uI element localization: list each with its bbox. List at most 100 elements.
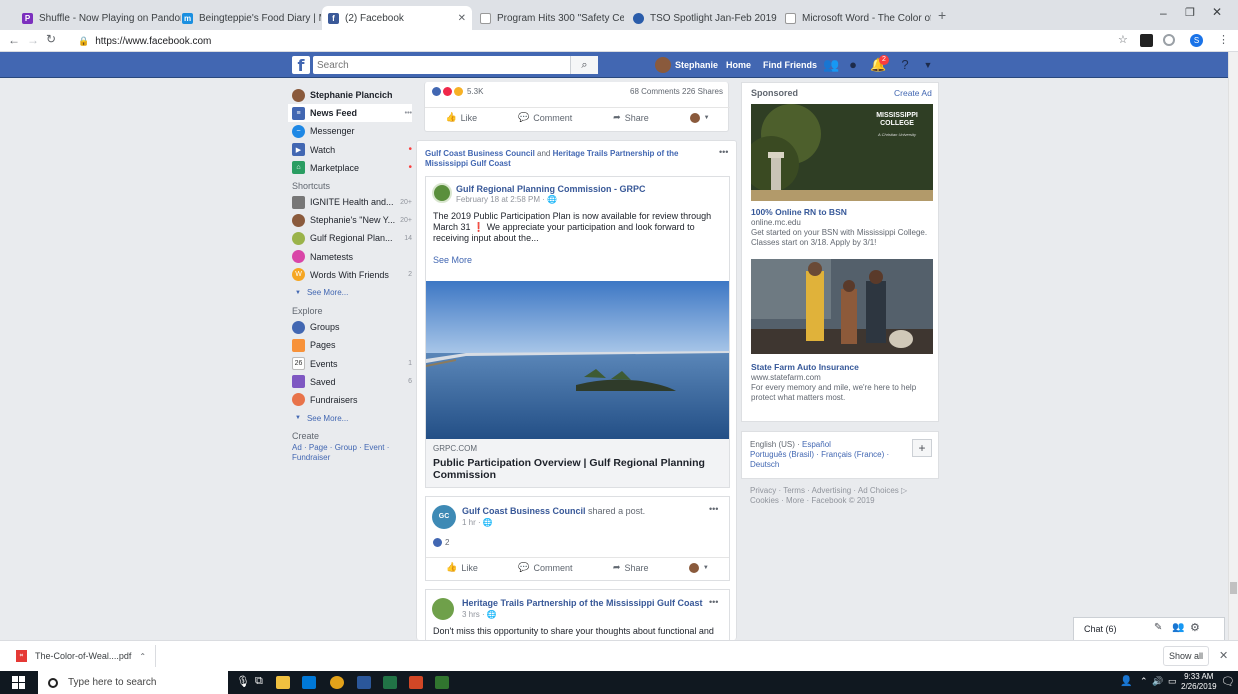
more-options-icon[interactable]: ••• [709, 597, 718, 607]
gear-icon[interactable]: ⚙ [1190, 621, 1200, 634]
chevron-up-icon[interactable]: ⌃ [139, 652, 146, 661]
friend-requests-icon[interactable]: 👥 [823, 57, 839, 73]
tab-tso-spotlight[interactable]: TSO Spotlight Jan-Feb 2019 ✕ [627, 6, 777, 30]
search-input[interactable] [313, 56, 598, 74]
post-time[interactable]: 3 hrs · [462, 610, 487, 619]
tab-facebook[interactable]: f (2) Facebook ✕ [322, 6, 472, 30]
group-chat-icon[interactable]: 👥 [1172, 622, 1184, 633]
project-icon[interactable] [435, 676, 449, 689]
forward-icon[interactable]: → [27, 33, 39, 47]
show-all-button[interactable]: Show all [1163, 646, 1209, 666]
help-icon[interactable]: ? [897, 57, 913, 73]
sidebar-item-groups[interactable]: Groups [292, 318, 412, 336]
create-ad-link[interactable]: Create Ad [894, 88, 932, 98]
system-clock[interactable]: 9:33 AM 2/26/2019 [1181, 672, 1217, 692]
taskbar-search-box[interactable]: Type here to search [38, 671, 228, 694]
more-options-icon[interactable]: ••• [709, 504, 718, 514]
ad-title[interactable]: 100% Online RN to BSN [751, 207, 847, 217]
ad-title[interactable]: State Farm Auto Insurance [751, 362, 859, 372]
people-icon[interactable]: 👤 [1120, 676, 1132, 687]
close-icon[interactable]: ✕ [452, 13, 466, 24]
sidebar-item-events[interactable]: 26 Events 1 [292, 354, 412, 372]
see-more-link[interactable]: See More [433, 255, 472, 265]
like-button[interactable]: 👍 Like [446, 562, 478, 573]
find-friends-link[interactable]: Find Friends [763, 60, 817, 70]
post-as-selector[interactable]: ▼ [689, 112, 710, 123]
task-view-icon[interactable]: ⧉ [255, 675, 263, 688]
menu-kebab-icon[interactable]: ⋮ [1218, 33, 1229, 46]
search-icon[interactable]: ⌕ [570, 56, 598, 74]
language-link[interactable]: Português (Brasil) · Français (France) · [750, 450, 889, 459]
tab-program-hits[interactable]: Program Hits 300 "Safety Certifie ✕ [474, 6, 624, 30]
sidebar-item-messenger[interactable]: ~ Messenger [292, 122, 412, 140]
facebook-logo-icon[interactable]: f [292, 56, 310, 75]
comment-share-counts[interactable]: 68 Comments 226 Shares [630, 87, 723, 96]
page-scrollbar[interactable] [1228, 52, 1238, 640]
file-explorer-icon[interactable] [276, 676, 290, 689]
sidebar-item-fundraisers[interactable]: Fundraisers [292, 391, 412, 409]
outlook-icon[interactable] [302, 676, 316, 689]
word-icon[interactable] [357, 676, 371, 689]
comment-button[interactable]: 💬 Comment [518, 112, 572, 123]
profile-avatar-icon[interactable]: S [1190, 34, 1203, 47]
more-options-icon[interactable]: ••• [719, 147, 728, 157]
post-as-selector[interactable]: ▼ [688, 562, 709, 573]
download-item[interactable]: ⌗ The-Color-of-Weal....pdf ⌃ [6, 645, 156, 667]
profile-link[interactable]: Stephanie [675, 60, 718, 70]
ad-image[interactable] [751, 259, 933, 354]
star-icon[interactable]: ☆ [1118, 33, 1128, 46]
sidebar-item-saved[interactable]: Saved 6 [292, 373, 412, 391]
sidebar-item-gulf-regional[interactable]: Gulf Regional Plan... 14 [292, 229, 412, 247]
avatar[interactable] [432, 183, 452, 203]
like-button[interactable]: 👍 Like [445, 112, 477, 123]
close-window-button[interactable]: ✕ [1212, 5, 1222, 19]
ad-image[interactable]: MISSISSIPPI COLLEGE A Christian Universi… [751, 104, 933, 201]
footer-links[interactable]: Privacy · Terms · Advertising · Ad Choic… [750, 486, 935, 506]
add-language-button[interactable]: + [912, 439, 932, 457]
sidebar-item-nametests[interactable]: Nametests [292, 248, 412, 266]
tab-word-doc[interactable]: Microsoft Word - The Color of W ✕ [779, 6, 931, 30]
close-icon[interactable]: ✕ [1219, 649, 1228, 662]
sidebar-item-stephanies-new-year[interactable]: Stephanie's "New Y... 20+ [292, 211, 412, 229]
action-center-icon[interactable]: 🗨 [1221, 675, 1235, 688]
chat-bar[interactable]: Chat (6) ✎ 👥 ⚙ [1073, 617, 1225, 640]
reactions-summary[interactable]: 5.3K [432, 87, 483, 96]
post-time[interactable]: February 18 at 2:58 PM · [456, 195, 547, 204]
language-link[interactable]: Deutsch [750, 460, 779, 469]
tab-pandora[interactable]: P Shuffle - Now Playing on Pandor ✕ [16, 6, 181, 30]
page-link[interactable]: Gulf Coast Business Council [425, 149, 535, 158]
sidebar-item-news-feed[interactable]: ≡ News Feed ••• [288, 104, 412, 123]
new-message-icon[interactable]: ✎ [1154, 622, 1162, 633]
share-button[interactable]: ➦ Share [613, 562, 649, 573]
sidebar-item-watch[interactable]: ▶ Watch • [292, 141, 412, 159]
sidebar-item-words-with-friends[interactable]: W Words With Friends 2 [292, 266, 412, 284]
post-time[interactable]: 1 hr · [462, 518, 483, 527]
reactions-summary[interactable]: 2 [433, 538, 449, 547]
sidebar-item-marketplace[interactable]: ⌂ Marketplace • [292, 159, 412, 177]
sidebar-item-ignite[interactable]: IGNITE Health and... 20+ [292, 193, 412, 211]
home-link[interactable]: Home [726, 60, 751, 70]
back-icon[interactable]: ← [8, 33, 20, 47]
see-more-link[interactable]: ▼ See More... [292, 409, 412, 427]
post-author[interactable]: Gulf Coast Business Council [462, 506, 586, 516]
ad-url[interactable]: online.mc.edu [751, 218, 801, 228]
reload-icon[interactable]: ↻ [46, 32, 56, 46]
extension-icon[interactable] [1140, 34, 1153, 47]
minimize-button[interactable]: – [1160, 6, 1167, 20]
new-tab-button[interactable]: + [938, 7, 946, 23]
profile-link[interactable]: Stephanie Plancich [292, 86, 412, 104]
messenger-icon[interactable]: ● [845, 57, 861, 73]
link-preview-caption[interactable]: GRPC.COM Public Participation Overview |… [426, 439, 729, 487]
avatar[interactable]: GC [432, 505, 456, 529]
scrollbar-thumb[interactable] [1230, 582, 1237, 594]
powerpoint-icon[interactable] [409, 676, 423, 689]
volume-icon[interactable]: 🔊 [1152, 676, 1163, 687]
post-author[interactable]: Gulf Regional Planning Commission - GRPC [456, 184, 646, 194]
more-options-icon[interactable]: ••• [405, 110, 412, 117]
chevron-down-icon[interactable]: ▼ [920, 57, 936, 73]
excel-icon[interactable] [383, 676, 397, 689]
language-link[interactable]: Español [802, 440, 831, 449]
avatar[interactable] [655, 57, 671, 73]
avatar[interactable] [432, 598, 454, 620]
microphone-icon[interactable]: 🎙 [236, 675, 250, 688]
